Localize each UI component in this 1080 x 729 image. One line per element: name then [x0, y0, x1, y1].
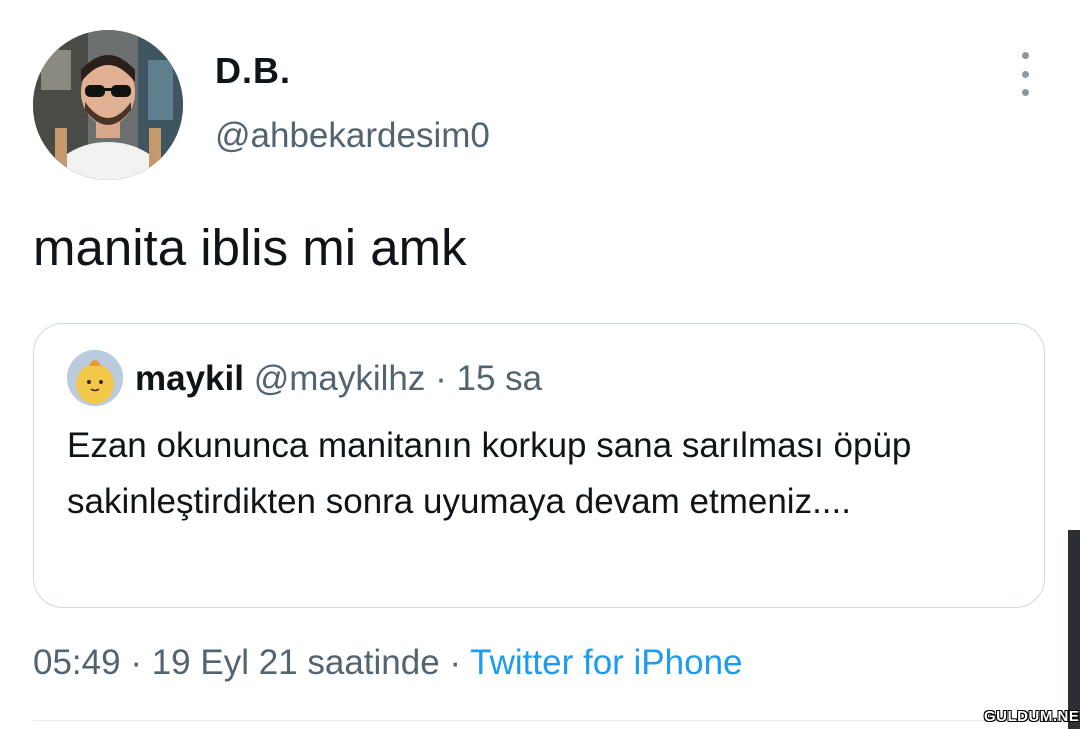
quoted-time[interactable]: 15 sa: [456, 359, 542, 398]
quoted-author-name[interactable]: maykil: [135, 359, 244, 398]
watermark: GULDUM.NET: [984, 708, 1080, 725]
author-avatar[interactable]: [33, 30, 183, 180]
tweet-source-link[interactable]: Twitter for iPhone: [470, 643, 742, 682]
more-dot: [1021, 89, 1029, 96]
footer-separator: ·: [120, 643, 152, 682]
tweet-time[interactable]: 05:49: [33, 643, 121, 682]
divider: [33, 720, 1080, 721]
scrollbar[interactable]: [1068, 530, 1080, 729]
more-dot: [1021, 52, 1029, 59]
footer-separator: ·: [439, 643, 471, 682]
quoted-header: maykil @maykilhz · 15 sa: [135, 359, 542, 399]
quoted-author-avatar[interactable]: [67, 350, 123, 406]
tweet-date[interactable]: 19 Eyl 21 saatinde: [152, 643, 440, 682]
more-vertical-icon[interactable]: [1010, 52, 1040, 96]
quoted-tweet-text: Ezan okununca manitanın korkup sana sarı…: [67, 426, 912, 521]
quoted-tweet-card[interactable]: maykil @maykilhz · 15 sa Ezan okununca m…: [33, 323, 1045, 608]
quoted-author-handle[interactable]: @maykilhz: [254, 359, 426, 398]
tweet-footer: 05:49 · 19 Eyl 21 saatinde · Twitter for…: [33, 643, 743, 683]
tweet-text: manita iblis mi amk: [33, 219, 467, 276]
author-display-name[interactable]: D.B.: [215, 50, 291, 92]
author-handle[interactable]: @ahbekardesim0: [215, 116, 490, 156]
quoted-separator: ·: [425, 359, 457, 398]
more-dot: [1021, 70, 1029, 78]
